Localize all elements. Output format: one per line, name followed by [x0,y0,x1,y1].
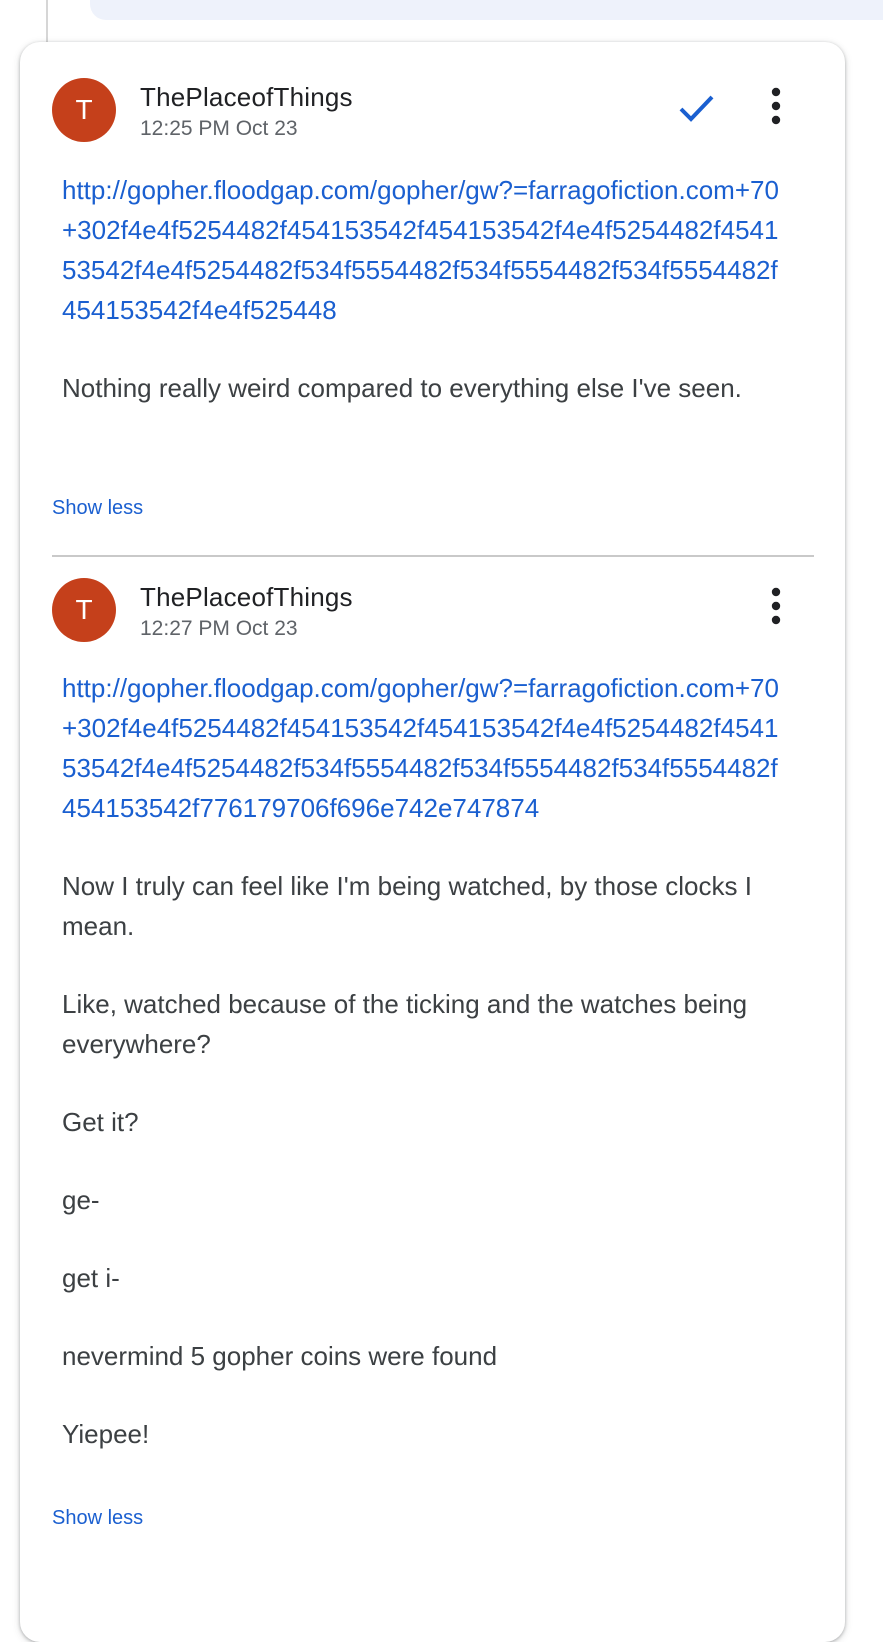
avatar[interactable]: T [52,578,116,642]
comment-link[interactable]: http://gopher.floodgap.com/gopher/gw?=fa… [62,170,782,330]
comment-author: ThePlaceofThings [140,82,353,112]
thread-connector [46,0,48,44]
comment-thread-card: T ThePlaceofThings 12:25 PM Oct 23 http:… [20,42,845,1642]
comment-paragraph: nevermind 5 gopher coins were found [62,1341,498,1371]
comment-paragraph: Like, watched because of the ticking and… [62,989,748,1059]
comment-body: http://gopher.floodgap.com/gopher/gw?=fa… [62,668,782,1492]
comment-link[interactable]: http://gopher.floodgap.com/gopher/gw?=fa… [62,668,782,828]
previous-comment-card [90,0,883,20]
checkmark-icon [679,95,714,122]
comment-paragraph: Now I truly can feel like I'm being watc… [62,871,752,941]
show-less-link[interactable]: Show less [52,497,143,520]
comment-timestamp: 12:27 PM Oct 23 [140,617,298,640]
comment-body: http://gopher.floodgap.com/gopher/gw?=fa… [62,170,782,446]
comment-paragraph: get i- [62,1263,120,1293]
resolve-checkmark-button[interactable] [676,88,716,128]
avatar[interactable]: T [52,78,116,142]
more-vert-icon [771,587,781,625]
comment-author: ThePlaceofThings [140,582,353,612]
comment-timestamp: 12:25 PM Oct 23 [140,117,298,140]
more-options-button[interactable] [758,586,794,626]
more-vert-icon [771,87,781,125]
comment-divider [52,555,814,557]
comment-paragraph: Nothing really weird compared to everyth… [62,373,742,403]
comment-paragraph: ge- [62,1185,100,1215]
comment-paragraph: Yiepee! [62,1419,150,1449]
comment-paragraph: Get it? [62,1107,139,1137]
show-less-link[interactable]: Show less [52,1507,143,1530]
more-options-button[interactable] [758,86,794,126]
